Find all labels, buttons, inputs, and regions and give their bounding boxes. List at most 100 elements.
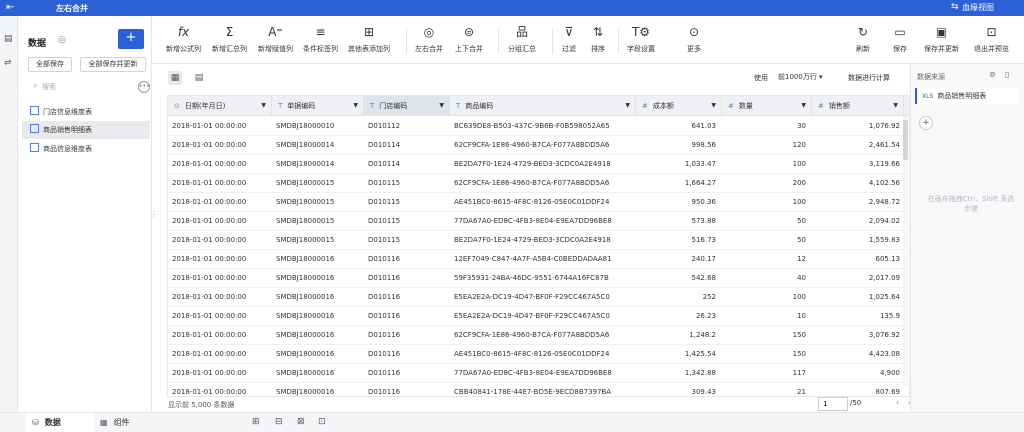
merge-left-right-button[interactable]: ◎ 左右合并 — [415, 24, 443, 54]
table-cell[interactable]: 2018-01-01 00:00:00 — [172, 269, 268, 288]
table-cell[interactable]: 2018-01-01 00:00:00 — [172, 136, 268, 155]
table-cell[interactable]: 4,102.56 — [814, 174, 900, 193]
table-row[interactable]: 2018-01-01 00:00:00 SMDBJ18000016 D010116 5… — [168, 269, 909, 288]
table-item[interactable]: 门店信息维度表 — [22, 103, 150, 121]
collapse-icon[interactable]: ▯ — [1005, 70, 1009, 79]
panel-splitter-handle[interactable]: ⋮ — [150, 210, 158, 219]
table-cell[interactable]: 1,559.83 — [814, 231, 900, 250]
table-cell[interactable]: BE2DA7F0-1E24-4729-BED3-3CDC0A2E4918 — [454, 155, 632, 174]
table-cell[interactable]: D010115 — [368, 174, 446, 193]
table-cell[interactable]: D010116 — [368, 250, 446, 269]
add-formula-column-button[interactable]: fx 新增公式列 — [166, 24, 201, 54]
lineage-icon[interactable]: ⇆ — [951, 2, 959, 12]
prev-page-icon[interactable]: ‹ — [896, 398, 899, 407]
search-input[interactable] — [42, 80, 132, 94]
table-cell[interactable]: D010114 — [368, 155, 446, 174]
table-cell[interactable]: 2,017.09 — [814, 269, 900, 288]
table-cell[interactable]: SMDBJ18000014 — [276, 136, 360, 155]
table-cell[interactable]: 950.36 — [638, 193, 717, 212]
table-cell[interactable]: 2018-01-01 00:00:00 — [172, 326, 268, 345]
table-cell[interactable]: E5EA2E2A-DC19-4D47-BF0F-F29CC467A5C0 — [454, 288, 632, 307]
more-options-icon[interactable]: ••• — [138, 81, 150, 93]
table-cell[interactable]: D010116 — [368, 345, 446, 364]
dataset-icon[interactable]: ▤ — [4, 34, 13, 44]
table-cell[interactable]: 2018-01-01 00:00:00 — [172, 288, 268, 307]
add-column-from-table-button[interactable]: ⊞ 其他表添加列 — [348, 24, 390, 54]
table-cell[interactable]: 4,900 — [814, 364, 900, 383]
table-cell[interactable]: 605.13 — [814, 250, 901, 269]
table-row[interactable]: 2018-01-01 00:00:00 SMDBJ18000016 D010116 6… — [168, 326, 909, 345]
table-cell[interactable]: 1,425.54 — [638, 345, 716, 364]
exit-and-preview-button[interactable]: ⊡ 退出并预览 — [974, 24, 1009, 54]
table-cell[interactable]: D010112 — [368, 117, 446, 136]
add-chart-icon[interactable]: ⊞ — [252, 417, 260, 427]
chevron-down-icon[interactable]: ▼ — [893, 96, 898, 116]
flow-icon[interactable]: ⇌ — [4, 58, 12, 68]
scrollbar-thumb[interactable] — [903, 120, 908, 160]
table-cell[interactable]: 135.9 — [814, 307, 900, 326]
table-cell[interactable]: 2018-01-01 00:00:00 — [172, 383, 268, 396]
table-cell[interactable]: D010116 — [368, 383, 446, 396]
settings-icon[interactable]: ◎ — [58, 35, 66, 45]
table-row[interactable]: 2018-01-01 00:00:00 SMDBJ18000014 D010114 B… — [168, 155, 909, 174]
table-row[interactable]: 2018-01-01 00:00:00 SMDBJ18000016 D010116 E… — [168, 288, 909, 307]
table-cell[interactable]: SMDBJ18000016 — [276, 326, 360, 345]
table-cell[interactable]: 516.73 — [638, 231, 717, 250]
table-cell[interactable]: 200 — [724, 174, 806, 193]
table-row[interactable]: 2018-01-01 00:00:00 SMDBJ18000016 D010116 A… — [168, 345, 909, 364]
table-item[interactable]: 商品信息维度表 — [22, 140, 150, 158]
table-cell[interactable]: 59F35931-24BA-46DC-9551-6744A16FC87B — [454, 269, 632, 288]
add-step-button[interactable]: + — [919, 116, 933, 130]
table-cell[interactable]: D010116 — [368, 326, 446, 345]
table-row[interactable]: 2018-01-01 00:00:00 SMDBJ18000015 D010115 6… — [168, 174, 909, 193]
table-cell[interactable]: 3,076.92 — [814, 326, 900, 345]
table-cell[interactable]: SMDBJ18000016 — [276, 345, 360, 364]
table-cell[interactable]: 120 — [724, 136, 806, 155]
table-cell[interactable]: 40 — [724, 269, 806, 288]
table-cell[interactable]: 309.43 — [638, 383, 717, 396]
table-cell[interactable]: 573.88 — [638, 212, 717, 231]
sort-button[interactable]: ⇅ 排序 — [591, 24, 605, 54]
group-summary-button[interactable]: 品分组汇总 — [508, 24, 536, 54]
table-cell[interactable]: D010116 — [368, 288, 446, 307]
table-cell[interactable]: SMDBJ18000016 — [276, 269, 360, 288]
table-cell[interactable]: 2,094.02 — [814, 212, 900, 231]
add-text-icon[interactable]: ⊠ — [297, 417, 305, 427]
table-item-active[interactable]: 商品销售明细表 — [22, 121, 150, 139]
table-row[interactable]: 2018-01-01 00:00:00 SMDBJ18000015 D010115 B… — [168, 231, 909, 250]
table-cell[interactable]: SMDBJ18000015 — [276, 212, 360, 231]
table-cell[interactable]: 1,025.64 — [814, 288, 900, 307]
table-row[interactable]: 2018-01-01 00:00:00 SMDBJ18000014 D010114 6… — [168, 136, 909, 155]
table-cell[interactable]: 100 — [724, 193, 806, 212]
table-cell[interactable]: 542.68 — [638, 269, 717, 288]
chevron-down-icon[interactable]: ▼ — [353, 96, 358, 116]
table-cell[interactable]: 50 — [724, 231, 806, 250]
chevron-down-icon[interactable]: ▼ — [711, 96, 716, 116]
table-cell[interactable]: 1,248.2 — [638, 326, 716, 345]
table-cell[interactable]: 2018-01-01 00:00:00 — [172, 193, 268, 212]
table-cell[interactable]: BC639DE8-B503-437C-9B6B-F0B598052A65 — [454, 117, 632, 136]
table-cell[interactable]: 62CF9CFA-1E86-4960-B7CA-F077A8BDD5A6 — [454, 326, 632, 345]
table-cell[interactable]: 1,664.27 — [638, 174, 716, 193]
table-cell[interactable]: 62CF9CFA-1E86-4960-B7CA-F077A8BDD5A6 — [454, 136, 632, 155]
more-button[interactable]: ⊙ 更多 — [687, 24, 701, 54]
table-cell[interactable]: 2018-01-01 00:00:00 — [172, 307, 268, 326]
column-header-quantity[interactable]: # 数量 ▼ — [722, 96, 812, 116]
table-cell[interactable]: AE451BC0-8615-4F8C-8126-05E0C01DDF24 — [454, 193, 632, 212]
table-cell[interactable]: D010116 — [368, 307, 446, 326]
column-header-cost[interactable]: # 成本额 ▼ — [636, 96, 722, 116]
filter-button[interactable]: ⊽ 过滤 — [562, 24, 576, 54]
save-button[interactable]: ▭ 保存 — [893, 24, 907, 54]
grid-view-icon[interactable]: ▦ — [168, 71, 182, 85]
table-cell[interactable]: 3,119.66 — [814, 155, 900, 174]
table-cell[interactable]: D010114 — [368, 136, 446, 155]
chevron-down-icon[interactable]: ▼ — [801, 96, 806, 116]
source-table-item[interactable]: XLS 商品销售明细表 — [915, 88, 1019, 104]
tab-component[interactable]: ▦ 组件 — [94, 413, 164, 432]
table-cell[interactable]: 100 — [724, 155, 806, 174]
detail-view-icon[interactable]: ▤ — [192, 71, 206, 85]
table-cell[interactable]: 1,076.92 — [814, 117, 900, 136]
table-cell[interactable]: 50 — [724, 212, 806, 231]
table-cell[interactable]: 100 — [724, 288, 806, 307]
condition-tag-column-button[interactable]: ≡ 条件标签列 — [303, 24, 338, 54]
